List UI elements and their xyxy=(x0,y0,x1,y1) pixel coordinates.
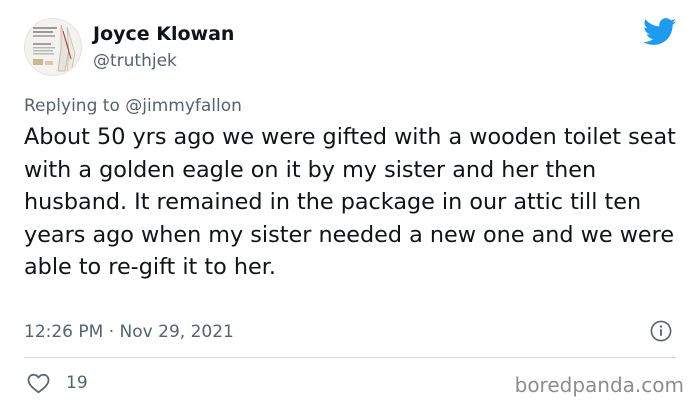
heart-icon[interactable] xyxy=(27,373,50,394)
tweet-timestamp[interactable]: 12:26 PM · Nov 29, 2021 xyxy=(24,320,234,344)
avatar-image xyxy=(25,19,81,75)
meta-separator: · xyxy=(108,322,115,342)
info-icon[interactable] xyxy=(650,320,672,342)
twitter-bird-icon[interactable] xyxy=(643,18,677,46)
like-count: 19 xyxy=(66,373,88,393)
tweet-card: Joyce Klowan @truthjek Replying to @jimm… xyxy=(0,0,700,410)
tweet-text: About 50 yrs ago we were gifted with a w… xyxy=(24,124,676,280)
display-name[interactable]: Joyce Klowan xyxy=(93,22,234,46)
replying-to: Replying to @jimmyfallon xyxy=(24,94,242,118)
tweet-time: 12:26 PM xyxy=(24,322,104,342)
watermark: boredpanda.com xyxy=(514,373,684,397)
user-handle[interactable]: @truthjek xyxy=(93,49,234,73)
avatar[interactable] xyxy=(24,18,82,76)
tweet-date: Nov 29, 2021 xyxy=(119,322,234,342)
replying-prefix: Replying to xyxy=(24,96,120,116)
reply-mention-link[interactable]: @jimmyfallon xyxy=(125,96,242,116)
user-info: Joyce Klowan @truthjek xyxy=(93,22,234,73)
divider xyxy=(24,357,676,358)
